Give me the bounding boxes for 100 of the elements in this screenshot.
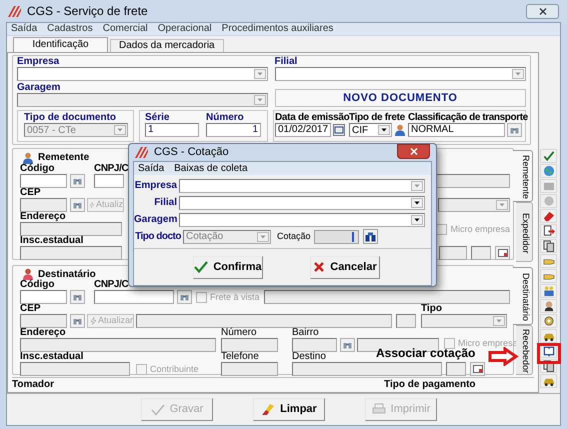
toolbar-button[interactable] [540, 314, 557, 328]
menu-item[interactable]: Baixas de coleta [174, 162, 248, 174]
text-field[interactable] [20, 174, 67, 188]
text-field[interactable] [396, 314, 416, 328]
field-label: Tipo de pagamento [384, 378, 476, 392]
section-title: Remetente [38, 151, 90, 164]
field-label: CNPJ/C [94, 164, 128, 174]
text-field[interactable] [20, 246, 122, 260]
text-field[interactable] [314, 230, 359, 244]
lookup-button[interactable] [70, 198, 85, 212]
binoculars-icon [73, 293, 82, 301]
close-button[interactable] [526, 4, 559, 18]
vertical-tab[interactable]: Remetente [513, 150, 533, 202]
text-field[interactable] [20, 198, 67, 212]
text-field[interactable] [20, 362, 130, 376]
text-field[interactable] [264, 290, 510, 304]
menu-item[interactable]: Saída [11, 23, 38, 35]
dropdown[interactable] [17, 67, 268, 81]
field-label: Destino [292, 352, 326, 362]
menu-item[interactable]: Saída [138, 162, 164, 174]
lookup-button[interactable] [362, 229, 378, 244]
text-field[interactable]: 1 [206, 123, 261, 137]
toolbar-button[interactable] [540, 299, 557, 313]
cancel-button[interactable]: Cancelar [310, 256, 380, 278]
dropdown[interactable]: CIF [349, 123, 392, 137]
binoculars-icon [343, 341, 352, 349]
dropdown[interactable] [438, 198, 510, 212]
card-button[interactable] [470, 362, 485, 376]
text-field[interactable]: NORMAL [408, 123, 505, 137]
vertical-tab[interactable]: Expedidor [516, 202, 533, 262]
lookup-button[interactable] [177, 290, 192, 304]
text-field[interactable] [20, 222, 122, 236]
text-field[interactable] [221, 338, 278, 352]
field-label: Filial [274, 57, 298, 67]
text-field[interactable] [292, 338, 337, 352]
vertical-tab[interactable]: Recebedor [516, 325, 533, 375]
text-field[interactable] [20, 290, 67, 304]
text-field[interactable] [20, 338, 216, 352]
text-field[interactable] [446, 362, 466, 376]
tab[interactable]: Dados da mercadoria [110, 39, 224, 52]
lookup-button[interactable] [70, 290, 85, 304]
people-icon [542, 285, 554, 297]
dropdown[interactable] [179, 196, 425, 210]
calendar-icon[interactable] [333, 124, 345, 136]
close-icon [538, 8, 546, 14]
text-field[interactable] [292, 362, 442, 376]
text-field[interactable] [20, 314, 67, 328]
tab[interactable]: Identificação [13, 37, 108, 52]
text-field[interactable] [221, 362, 278, 376]
card-button[interactable] [495, 246, 510, 260]
printer-icon [372, 403, 386, 416]
field-label: CEP [20, 304, 41, 314]
field-label: Telefone [221, 352, 259, 362]
lookup-button[interactable] [70, 314, 85, 328]
dropdown[interactable] [421, 314, 507, 328]
toolbar-button[interactable] [540, 329, 557, 343]
field-label: Data de emissão [275, 113, 350, 123]
menu-item[interactable]: Procedimentos auxiliares [222, 23, 334, 35]
toolbar-button[interactable] [540, 374, 557, 388]
vertical-tab[interactable]: Destinatário [513, 267, 533, 325]
lookup-button[interactable] [507, 123, 522, 137]
toolbar-button[interactable] [540, 149, 557, 163]
field-label: Código [20, 280, 54, 290]
card-icon [498, 249, 508, 257]
toolbar-button[interactable] [540, 239, 557, 253]
person-icon [394, 124, 406, 136]
field-label: Garagem [134, 213, 178, 227]
text-field[interactable] [94, 290, 174, 304]
field-label: Garagem [17, 83, 60, 93]
clear-button[interactable]: Limpar [253, 398, 325, 421]
binoculars-icon [510, 126, 519, 134]
text-field[interactable] [136, 314, 392, 328]
dropdown[interactable] [274, 67, 526, 81]
close-button[interactable] [397, 144, 430, 158]
checkmark-icon [150, 404, 165, 416]
confirm-button[interactable]: Confirma [193, 256, 263, 278]
field-label: Bairro [292, 328, 319, 338]
field-label: Tipo de documento [24, 113, 116, 123]
highlight-frame [537, 343, 561, 364]
toolbar-button[interactable] [540, 224, 557, 238]
text-field[interactable]: 1 [145, 123, 199, 137]
documents-icon [542, 360, 554, 372]
field-label: Empresa [17, 57, 60, 67]
dropdown[interactable] [179, 178, 425, 192]
lightning-icon [90, 200, 94, 210]
lookup-button[interactable] [340, 338, 355, 352]
text-field[interactable] [439, 246, 467, 260]
text-field[interactable] [436, 174, 510, 188]
menu-item[interactable]: Cadastros [47, 23, 93, 35]
text-field[interactable] [471, 246, 491, 260]
lookup-button[interactable] [70, 174, 85, 188]
menu-item[interactable]: Operacional [158, 23, 212, 35]
dropdown[interactable] [179, 212, 426, 226]
text-cursor [352, 232, 354, 242]
text-field[interactable]: 01/02/2017 [275, 123, 331, 137]
dropdown[interactable] [17, 93, 268, 107]
checkbox-label: Micro empresa [450, 224, 510, 235]
menu-item[interactable]: Comercial [102, 23, 148, 35]
field-label: Filial [153, 196, 178, 210]
text-field[interactable] [94, 174, 124, 188]
